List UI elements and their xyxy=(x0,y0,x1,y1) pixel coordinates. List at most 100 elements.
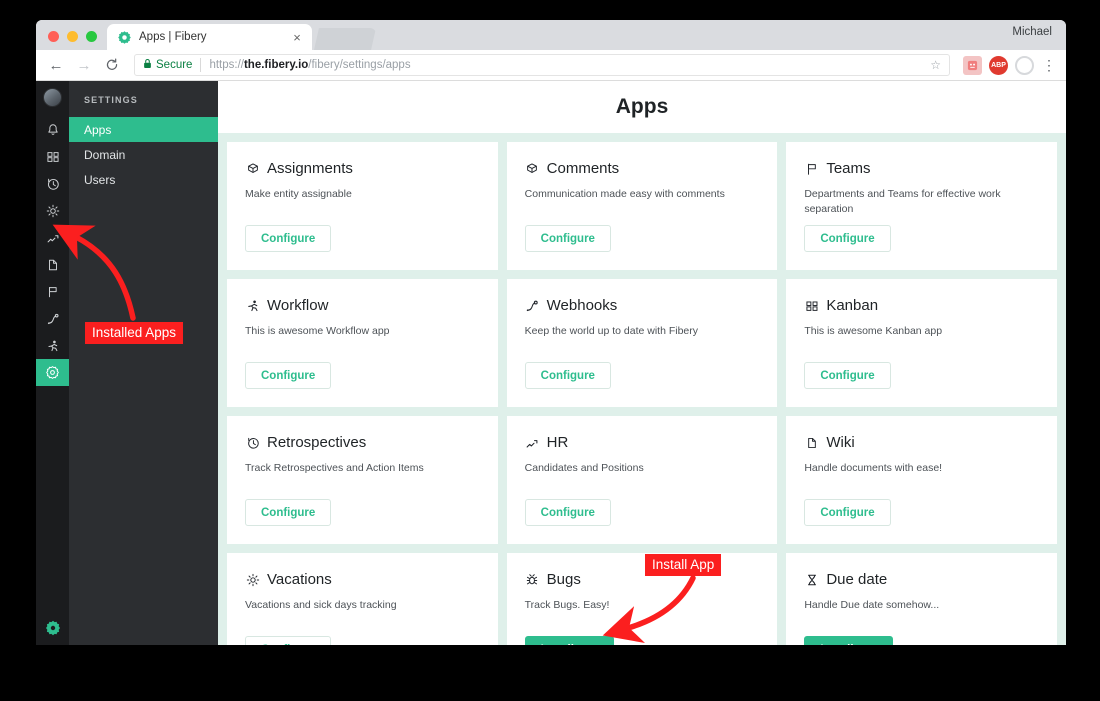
workflow-runner-icon[interactable] xyxy=(36,332,69,359)
webhooks-hook-icon[interactable] xyxy=(36,305,69,332)
maximize-window-button[interactable] xyxy=(86,31,97,42)
browser-tab-active[interactable]: Apps | Fibery × xyxy=(107,24,312,50)
app-card-description: Vacations and sick days tracking xyxy=(245,599,397,611)
apps-grid: Assignments Make entity assignable Configu… xyxy=(218,142,1066,645)
reload-icon[interactable] xyxy=(100,53,124,77)
kanban-icon[interactable] xyxy=(36,143,69,170)
sun-icon xyxy=(245,572,260,587)
install-app-button[interactable]: Install app xyxy=(804,636,894,645)
kanban-icon xyxy=(804,298,819,313)
app-card-actions: Configure xyxy=(245,225,480,270)
annotation-install-app: Install App xyxy=(645,554,722,576)
back-icon[interactable]: ← xyxy=(44,53,68,77)
vacations-sun-icon[interactable] xyxy=(36,197,69,224)
bookmark-star-icon[interactable]: ☆ xyxy=(930,58,941,72)
app-card-header: Workflow xyxy=(245,297,480,314)
browser-menu-icon[interactable]: ⋮ xyxy=(1042,57,1056,74)
omnibox-divider xyxy=(200,58,202,72)
lock-icon xyxy=(143,58,152,72)
configure-button[interactable]: Configure xyxy=(524,225,611,252)
sidebar-item-domain[interactable]: Domain xyxy=(69,142,218,167)
close-window-button[interactable] xyxy=(48,31,59,42)
app-card-description: This is awesome Kanban app xyxy=(804,325,943,337)
user-avatar[interactable] xyxy=(43,88,62,107)
browser-tab-title: Apps | Fibery xyxy=(139,31,207,43)
page-icon xyxy=(804,435,819,450)
app-card: Retrospectives Track Retrospectives and A… xyxy=(227,416,498,544)
browser-profile-name[interactable]: Michael xyxy=(1012,26,1052,38)
settings-gear-icon[interactable] xyxy=(36,359,69,386)
icon-rail xyxy=(36,81,69,645)
url-domain: the.fibery.io xyxy=(243,59,309,71)
configure-button[interactable]: Configure xyxy=(524,362,611,389)
page-header: Apps xyxy=(218,81,1066,133)
app-card-header: HR xyxy=(525,434,760,451)
extension-icon-adblock[interactable]: ABP xyxy=(989,55,1008,75)
app-card-title: Wiki xyxy=(826,434,855,451)
clock-icon xyxy=(245,435,260,450)
configure-button[interactable]: Configure xyxy=(804,499,891,526)
flag-icon xyxy=(804,161,819,176)
configure-button[interactable]: Configure xyxy=(524,499,611,526)
minimize-window-button[interactable] xyxy=(67,31,78,42)
teams-flag-icon[interactable] xyxy=(36,278,69,305)
app-card-actions: Configure xyxy=(804,362,1039,407)
configure-button[interactable]: Configure xyxy=(245,636,332,645)
app-card-actions: Configure xyxy=(245,499,480,544)
app-card-title: Due date xyxy=(826,571,888,588)
page-title: Apps xyxy=(615,95,669,118)
app-card-actions: Install app xyxy=(804,636,1039,645)
browser-tabstrip: Apps | Fibery × Michael xyxy=(36,20,1066,50)
configure-button[interactable]: Configure xyxy=(804,225,891,252)
configure-button[interactable]: Configure xyxy=(245,362,332,389)
wiki-page-icon[interactable] xyxy=(36,251,69,278)
app-card: HR Candidates and Positions Configure xyxy=(506,416,778,544)
app-card-actions: Configure xyxy=(245,362,480,407)
app-card: Comments Communication made easy with com… xyxy=(506,142,778,270)
url-prefix: https:// xyxy=(209,59,244,71)
main-content: Apps Assignments Make entity assignable Co… xyxy=(218,81,1066,645)
extension-icon-1[interactable] xyxy=(963,55,982,75)
browser-tab-inactive[interactable] xyxy=(314,28,376,50)
bug-icon xyxy=(525,572,540,587)
fibery-logo-icon[interactable] xyxy=(36,611,69,645)
configure-button[interactable]: Configure xyxy=(804,362,891,389)
sidebar-item-users[interactable]: Users xyxy=(69,167,218,192)
app-card-actions: Configure xyxy=(524,362,760,407)
fibery-gear-favicon xyxy=(117,30,132,45)
browser-addressbar: ← → Secure https://the.fibery.io/fibery/… xyxy=(36,50,1066,81)
app-card: Teams Departments and Teams for effective… xyxy=(786,142,1057,270)
sidebar-item-apps[interactable]: Apps xyxy=(69,117,218,142)
trend-icon xyxy=(525,435,540,450)
apps-grid-scroll[interactable]: Assignments Make entity assignable Configu… xyxy=(218,133,1066,645)
forward-icon[interactable]: → xyxy=(72,53,96,77)
app-card-title: Bugs xyxy=(546,571,581,588)
window-traffic-lights xyxy=(36,31,107,50)
app-card-description: Keep the world up to date with Fibery xyxy=(524,325,699,337)
app-card-header: Comments xyxy=(525,160,760,177)
app-card-title: HR xyxy=(546,434,569,451)
sidebar-heading: SETTINGS xyxy=(84,95,138,105)
extension-icon-3[interactable] xyxy=(1015,55,1034,75)
hr-trend-icon[interactable] xyxy=(36,224,69,251)
install-app-button[interactable]: Install app xyxy=(524,636,614,645)
notifications-bell-icon[interactable] xyxy=(36,116,69,143)
app-card-header: Retrospectives xyxy=(245,434,480,451)
configure-button[interactable]: Configure xyxy=(245,225,332,252)
history-clock-icon[interactable] xyxy=(36,170,69,197)
url-omnibox[interactable]: Secure https://the.fibery.io/fibery/sett… xyxy=(134,54,950,76)
settings-sidebar: SETTINGS Apps Domain Users xyxy=(69,81,218,645)
app-card-actions: Configure xyxy=(804,499,1039,544)
app-card-description: Departments and Teams for effective work… xyxy=(804,188,1001,216)
configure-button[interactable]: Configure xyxy=(245,499,332,526)
app-card-title: Webhooks xyxy=(546,297,618,314)
app-card: Bugs Track Bugs. Easy! Install app xyxy=(506,553,778,645)
app-card-title: Workflow xyxy=(267,297,329,314)
tab-close-icon[interactable]: × xyxy=(290,31,304,44)
app-card-title: Vacations xyxy=(267,571,332,588)
app-card-description: Candidates and Positions xyxy=(524,462,644,474)
fibery-app: SETTINGS Apps Domain Users Apps Assignme… xyxy=(36,81,1066,645)
hourglass-icon xyxy=(804,572,819,587)
hook-icon xyxy=(525,298,540,313)
app-card-actions: Configure xyxy=(524,225,760,270)
